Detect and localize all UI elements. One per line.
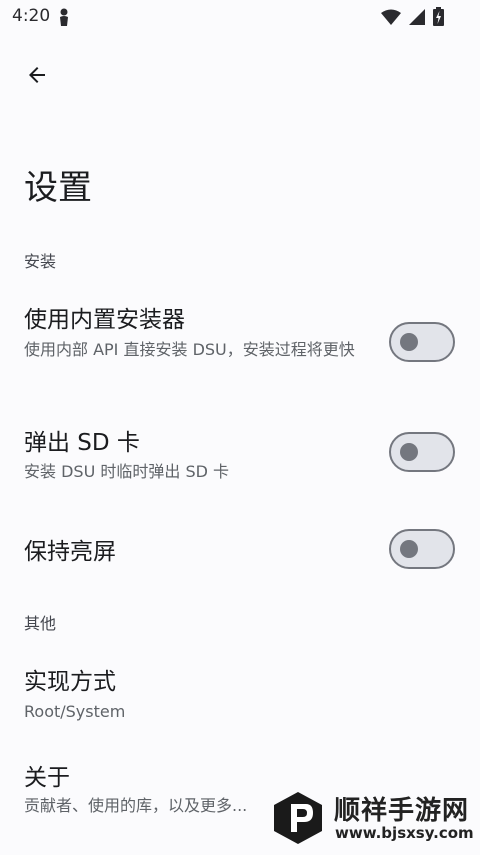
arrow-back-icon bbox=[25, 63, 49, 91]
toggle-knob bbox=[400, 333, 418, 351]
setting-summary: 贡献者、使用的库，以及更多... bbox=[24, 796, 248, 815]
setting-title: 使用内置安装器 bbox=[24, 307, 185, 333]
setting-title: 弹出 SD 卡 bbox=[24, 430, 140, 456]
status-icons bbox=[381, 7, 444, 30]
setting-summary: 安装 DSU 时临时弹出 SD 卡 bbox=[24, 462, 230, 481]
status-time: 4:20 bbox=[12, 6, 51, 26]
watermark: 顺祥手游网 www.bjsxsy.com bbox=[272, 786, 474, 850]
setting-keep-screen-on[interactable]: 保持亮屏 bbox=[0, 518, 480, 580]
builtin-installer-toggle[interactable] bbox=[389, 322, 455, 362]
wifi-icon bbox=[381, 9, 401, 29]
watermark-name: 顺祥手游网 bbox=[334, 796, 470, 826]
watermark-logo-icon bbox=[272, 790, 324, 850]
section-header-other: 其他 bbox=[24, 614, 57, 633]
eject-sd-card-toggle[interactable] bbox=[389, 432, 455, 472]
setting-title: 实现方式 bbox=[24, 669, 116, 695]
page-title: 设置 bbox=[24, 168, 92, 208]
battery-charging-icon bbox=[433, 7, 444, 30]
settings-screen: 4:20 设置 安装 使用内置安装器 使用内部 API 直接安装 DSU，安装过… bbox=[0, 0, 480, 855]
status-bar: 4:20 bbox=[0, 0, 480, 34]
person-icon bbox=[58, 8, 70, 30]
setting-implementation[interactable]: 实现方式 Root/System bbox=[0, 648, 480, 734]
keep-screen-on-toggle[interactable] bbox=[389, 529, 455, 569]
section-header-install: 安装 bbox=[24, 252, 57, 271]
back-button[interactable] bbox=[16, 56, 58, 98]
setting-summary: Root/System bbox=[24, 702, 126, 721]
toggle-knob bbox=[400, 540, 418, 558]
watermark-url: www.bjsxsy.com bbox=[335, 824, 474, 842]
toggle-knob bbox=[400, 443, 418, 461]
setting-eject-sd-card[interactable]: 弹出 SD 卡 安装 DSU 时临时弹出 SD 卡 bbox=[0, 414, 480, 500]
setting-summary: 使用内部 API 直接安装 DSU，安装过程将更快 bbox=[24, 340, 355, 359]
setting-builtin-installer[interactable]: 使用内置安装器 使用内部 API 直接安装 DSU，安装过程将更快 bbox=[0, 290, 480, 400]
setting-title: 保持亮屏 bbox=[24, 539, 116, 565]
signal-icon bbox=[409, 8, 425, 29]
setting-title: 关于 bbox=[24, 765, 70, 791]
